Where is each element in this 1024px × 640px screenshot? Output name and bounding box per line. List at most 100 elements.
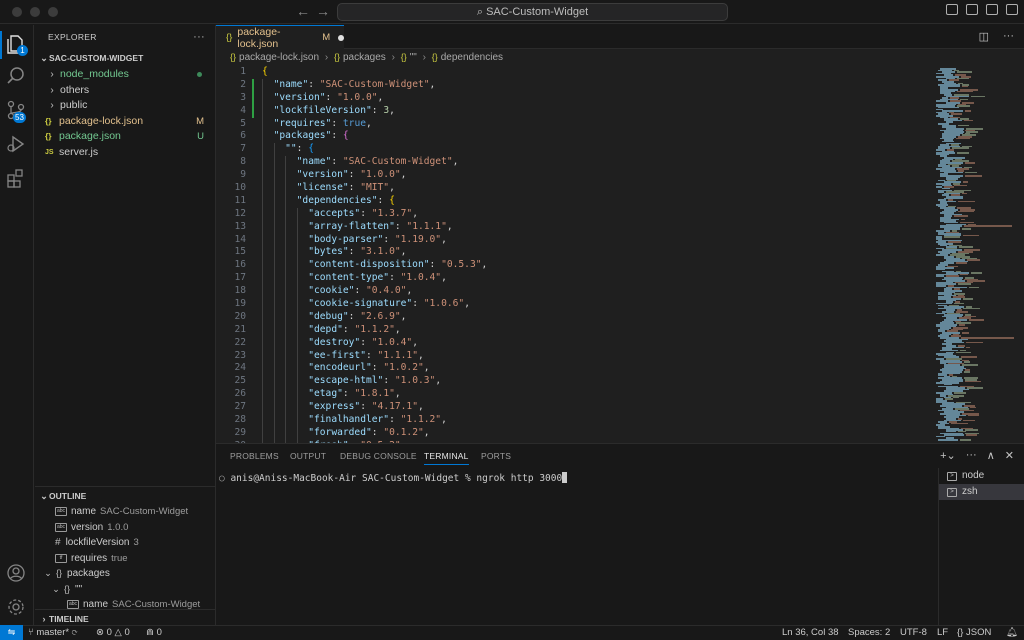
maximize-panel-icon[interactable]: ∧ <box>987 449 995 462</box>
minimap-line <box>962 228 972 230</box>
file-tree-item[interactable]: › others <box>35 83 215 99</box>
split-editor-icon[interactable]: ◫ <box>979 30 989 43</box>
encoding[interactable]: UTF-8 <box>900 626 927 640</box>
code-text: "finalhandler": "1.1.2", <box>308 414 447 426</box>
timeline-section[interactable]: › TIMELINE <box>35 609 216 625</box>
terminal-output[interactable]: ○ anis@Aniss-MacBook-Air SAC-Custom-Widg… <box>219 472 568 484</box>
customize-layout-icon[interactable] <box>1006 4 1018 15</box>
tab-debug-console[interactable]: DEBUG CONSOLE <box>340 451 417 461</box>
string-symbol-icon: abc <box>55 507 67 517</box>
gear-icon[interactable] <box>5 596 29 620</box>
line-number: 25 <box>234 375 246 387</box>
notifications-bell-icon[interactable]: 🔔︎ <box>1006 626 1018 640</box>
minimap-line <box>968 286 980 289</box>
unsaved-dot-icon[interactable] <box>338 34 344 41</box>
code-text: "body-parser": "1.19.0", <box>308 233 447 245</box>
tab-ports[interactable]: PORTS <box>481 451 511 461</box>
outline-item[interactable]: tf requires true <box>35 551 216 567</box>
code-text: "accepts": "1.3.7", <box>308 207 418 219</box>
code-editor[interactable]: 1{2 "name": "SAC-Custom-Widget", 3 "versi… <box>216 66 932 443</box>
code-text: "packages": { <box>273 130 349 142</box>
minimap-line <box>957 124 970 127</box>
minimap-line <box>966 341 984 344</box>
branch-indicator[interactable]: ⑂ master* ⟳ <box>28 626 77 640</box>
workspace-folder-header[interactable]: ⌄ SAC-CUSTOM-WIDGET <box>35 49 215 67</box>
tab-terminal[interactable]: TERMINAL <box>424 451 469 465</box>
search-icon[interactable] <box>5 65 29 89</box>
line-number: 27 <box>234 401 246 413</box>
account-icon[interactable] <box>5 562 29 586</box>
file-tree-item[interactable]: JS server.js <box>35 145 215 161</box>
command-center[interactable]: ⌕ SAC-Custom-Widget <box>337 3 728 21</box>
code-line: 27 "express": "4.17.1", <box>216 401 932 415</box>
search-icon: ⌕ <box>476 6 487 18</box>
code-line: 9 "version": "1.0.0", <box>216 169 932 183</box>
code-text: "version": "1.0.0", <box>273 91 384 103</box>
outline-item[interactable]: # lockfileVersion 3 <box>35 535 216 551</box>
outline-item[interactable]: abc name SAC-Custom-Widget <box>35 504 216 520</box>
code-text: "forwarded": "0.1.2", <box>308 426 430 438</box>
toggle-primary-sidebar-icon[interactable] <box>946 4 958 15</box>
cursor-position[interactable]: Ln 36, Col 38 <box>782 626 839 640</box>
more-actions-icon[interactable]: ··· <box>1003 30 1014 43</box>
toggle-panel-icon[interactable] <box>966 4 978 15</box>
minimap-line <box>967 259 980 261</box>
minimap-line <box>938 438 958 441</box>
new-terminal-icon[interactable]: +⌄ <box>940 449 956 462</box>
active-indicator <box>0 31 2 59</box>
minimap-line <box>957 210 974 213</box>
file-tree-item[interactable]: › node_modules <box>35 67 215 83</box>
source-control-icon[interactable]: 53 <box>5 99 29 123</box>
outline-section: ⌄ OUTLINE abc name SAC-Custom-Widget abc ver… <box>35 486 216 613</box>
ports-indicator[interactable]: ⋒ 0 <box>146 626 162 640</box>
terminal-item-node[interactable]: > node <box>939 468 1024 484</box>
close-icon[interactable]: ✕ <box>1005 449 1014 462</box>
tab-problems[interactable]: PROBLEMS <box>230 451 279 461</box>
breadcrumb-item[interactable]: "" <box>410 52 417 63</box>
outline-item[interactable]: abc version 1.0.0 <box>35 520 216 536</box>
toggle-secondary-sidebar-icon[interactable] <box>986 4 998 15</box>
outline-item-name: packages <box>67 568 110 579</box>
indentation[interactable]: Spaces: 2 <box>848 626 890 640</box>
remote-indicator-icon[interactable]: ⇋ <box>0 625 23 640</box>
outline-item[interactable]: ⌄ {} "" <box>35 582 216 598</box>
minimap-line <box>970 95 986 98</box>
forward-arrow-icon[interactable]: → <box>316 3 330 19</box>
minimap-line <box>966 346 971 349</box>
breadcrumb-item[interactable]: package-lock.json <box>239 52 319 63</box>
chevron-right-icon: › <box>50 100 54 111</box>
tab-package-lock-json[interactable]: {} package-lock.json M <box>216 25 344 50</box>
problems-indicator[interactable]: ⊗ 0 △ 0 <box>96 626 130 640</box>
tab-output[interactable]: OUTPUT <box>290 451 326 461</box>
breadcrumb-item[interactable]: dependencies <box>441 52 503 63</box>
more-actions-icon[interactable]: ··· <box>966 449 977 462</box>
more-actions-icon[interactable]: ··· <box>193 25 205 49</box>
line-ending[interactable]: LF <box>937 626 948 640</box>
minimap-line <box>971 272 983 274</box>
code-line: 16 "content-disposition": "0.5.3", <box>216 259 932 273</box>
explorer-icon[interactable]: 1 <box>5 33 29 57</box>
minimap-line <box>962 192 967 195</box>
file-tree-item[interactable]: › public <box>35 98 215 114</box>
minimap-line <box>944 197 963 200</box>
breadcrumb-item[interactable]: packages <box>343 52 386 63</box>
language-mode[interactable]: {} JSON <box>957 626 991 640</box>
explorer-sidebar: EXPLORER ··· ⌄ SAC-CUSTOM-WIDGET › node_m… <box>35 25 216 625</box>
run-debug-icon[interactable] <box>5 133 29 157</box>
code-line: 19 "cookie-signature": "1.0.6", <box>216 298 932 311</box>
minimap-line <box>962 419 975 422</box>
file-tree-item[interactable]: {} package.json U <box>35 129 215 145</box>
outline-item[interactable]: ⌄ {} packages <box>35 566 216 582</box>
minimap[interactable] <box>932 66 1024 443</box>
minimap-line <box>957 152 970 154</box>
object-symbol-icon: {} <box>64 583 71 594</box>
back-arrow-icon[interactable]: ← <box>296 3 310 19</box>
outline-header[interactable]: ⌄ OUTLINE <box>35 486 216 504</box>
minimap-line <box>950 422 969 425</box>
terminal-item-zsh[interactable]: > zsh <box>939 484 1024 500</box>
code-line: 6 "packages": { <box>216 130 932 144</box>
extensions-icon[interactable] <box>5 167 29 191</box>
file-tree-item[interactable]: {} package-lock.json M <box>35 114 215 130</box>
window-controls[interactable] <box>12 7 58 17</box>
code-text: "requires": true, <box>273 117 372 129</box>
